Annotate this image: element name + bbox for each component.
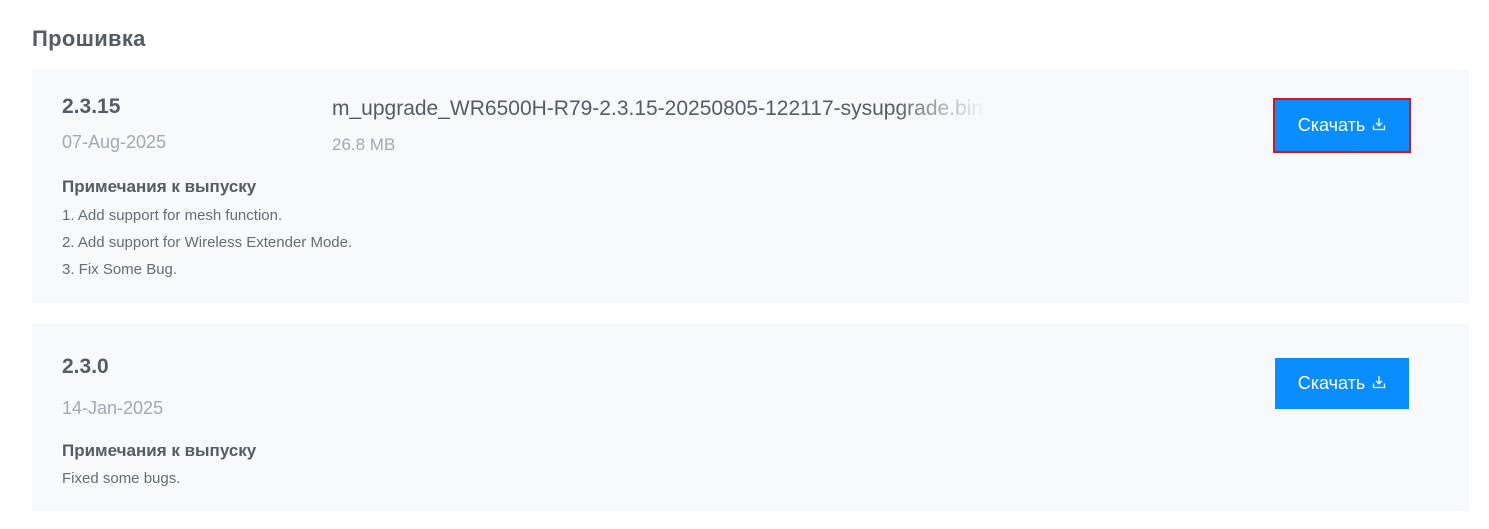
section-title: Прошивка [32, 26, 146, 51]
release-card: 2.3.0 14-Jan-2025 Примечания к выпуску F… [32, 323, 1469, 511]
release-filesize: 26.8 MB [332, 135, 396, 154]
release-note: 2. Add support for Wireless Extender Mod… [62, 234, 353, 251]
release-version: 2.3.0 [62, 355, 109, 378]
release-note: 1. Add support for mesh function. [62, 207, 283, 224]
release-card: 2.3.15 07-Aug-2025 m_upgrade_WR6500H-R79… [32, 69, 1469, 303]
release-filename: m_upgrade_WR6500H-R79-2.3.15-20250805-12… [332, 97, 984, 120]
download-button[interactable]: Скачать [1273, 98, 1411, 153]
release-date: 14-Jan-2025 [62, 398, 164, 418]
release-note: 3. Fix Some Bug. [62, 261, 178, 278]
download-icon [1373, 118, 1386, 131]
download-button[interactable]: Скачать [1275, 358, 1409, 409]
release-note: Fixed some bugs. [62, 470, 181, 487]
release-notes-title: Примечания к выпуску [62, 177, 257, 196]
release-date: 07-Aug-2025 [62, 132, 167, 152]
download-button-label: Скачать [1297, 373, 1366, 393]
release-version: 2.3.15 [62, 95, 121, 118]
download-icon [1373, 376, 1386, 389]
download-button-label: Скачать [1297, 115, 1366, 135]
release-notes-title: Примечания к выпуску [62, 441, 257, 460]
